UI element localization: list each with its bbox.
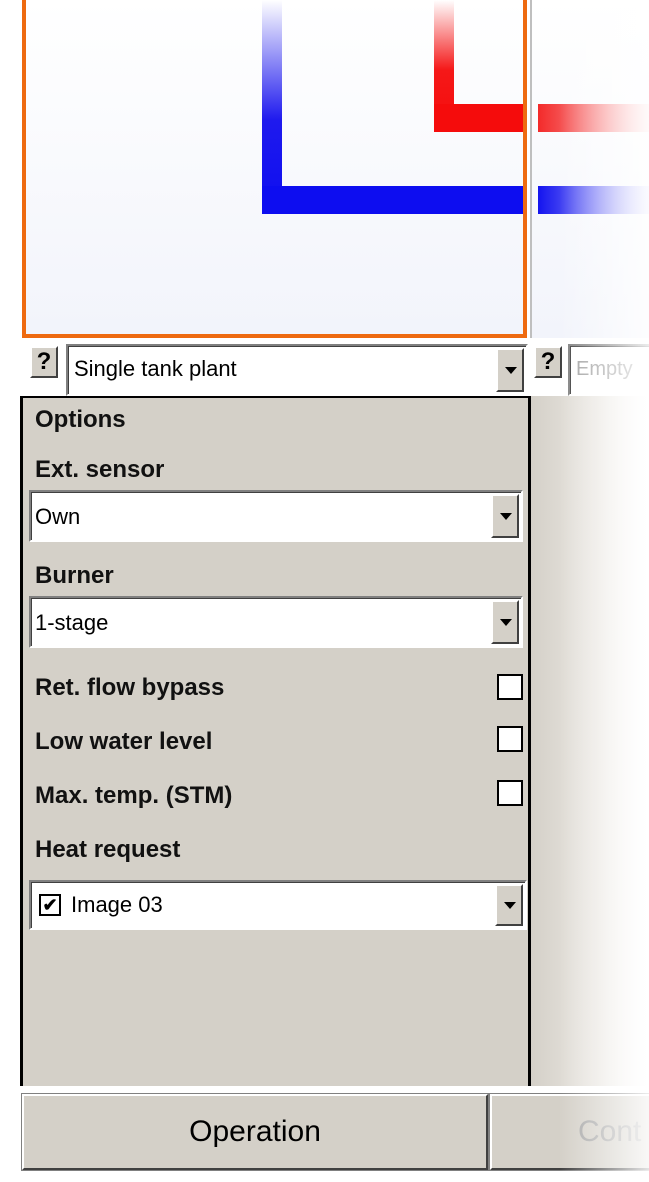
ret-flow-bypass-label: Ret. flow bypass bbox=[35, 674, 225, 701]
second-plant-placeholder: Empty bbox=[576, 358, 633, 380]
max-temp-label: Max. temp. (STM) bbox=[35, 782, 233, 809]
return-pipe-horizontal bbox=[262, 186, 523, 214]
second-help-button[interactable]: ? bbox=[534, 346, 562, 378]
supply-pipe-continuation bbox=[538, 104, 649, 132]
options-title: Options bbox=[35, 406, 126, 433]
heat-request-value: Image 03 bbox=[71, 892, 163, 917]
max-temp-checkbox[interactable] bbox=[497, 780, 523, 806]
heat-request-checkbox[interactable]: ✔ bbox=[39, 894, 61, 916]
tab-operation[interactable]: Operation bbox=[21, 1093, 489, 1171]
checkmark-icon: ✔ bbox=[42, 895, 58, 915]
heat-request-label: Heat request bbox=[35, 836, 181, 863]
heat-request-select[interactable]: ✔ Image 03 bbox=[29, 880, 527, 930]
burner-select[interactable]: 1-stage bbox=[29, 596, 523, 648]
ext-sensor-select[interactable]: Own bbox=[29, 490, 523, 542]
options-panel: Options Ext. sensor Own Burner 1-stage R… bbox=[20, 396, 531, 1086]
left-fade bbox=[0, 0, 20, 1182]
plant-type-value: Single tank plant bbox=[74, 356, 237, 381]
second-plant-select[interactable]: Empty bbox=[568, 344, 649, 396]
return-pipe-vertical bbox=[262, 0, 282, 214]
plant-help-button[interactable]: ? bbox=[30, 346, 58, 378]
tab-operation-label: Operation bbox=[189, 1115, 321, 1148]
window: ? Single tank plant ? Empty Options Ext.… bbox=[0, 0, 649, 1182]
plant-diagram-next[interactable] bbox=[530, 0, 649, 338]
burner-value: 1-stage bbox=[35, 610, 109, 635]
ret-flow-bypass-checkbox[interactable] bbox=[497, 674, 523, 700]
return-pipe-continuation bbox=[538, 186, 649, 214]
ext-sensor-label: Ext. sensor bbox=[35, 456, 165, 483]
plant-type-select[interactable]: Single tank plant bbox=[66, 344, 528, 396]
tab-bar: Operation Cont bbox=[20, 1086, 649, 1182]
ext-sensor-value: Own bbox=[35, 504, 81, 529]
chevron-down-icon[interactable] bbox=[491, 494, 519, 538]
burner-label: Burner bbox=[35, 562, 114, 589]
chevron-down-icon[interactable] bbox=[495, 884, 523, 926]
tab-next-label: Cont bbox=[578, 1115, 642, 1148]
options-panel-next bbox=[531, 396, 649, 1086]
low-water-level-label: Low water level bbox=[35, 728, 213, 755]
chevron-down-icon[interactable] bbox=[496, 348, 524, 392]
plant-diagram-selected[interactable] bbox=[22, 0, 527, 338]
chevron-down-icon[interactable] bbox=[491, 600, 519, 644]
low-water-level-checkbox[interactable] bbox=[497, 726, 523, 752]
supply-pipe-horizontal bbox=[434, 104, 523, 132]
tab-next[interactable]: Cont bbox=[489, 1093, 649, 1171]
